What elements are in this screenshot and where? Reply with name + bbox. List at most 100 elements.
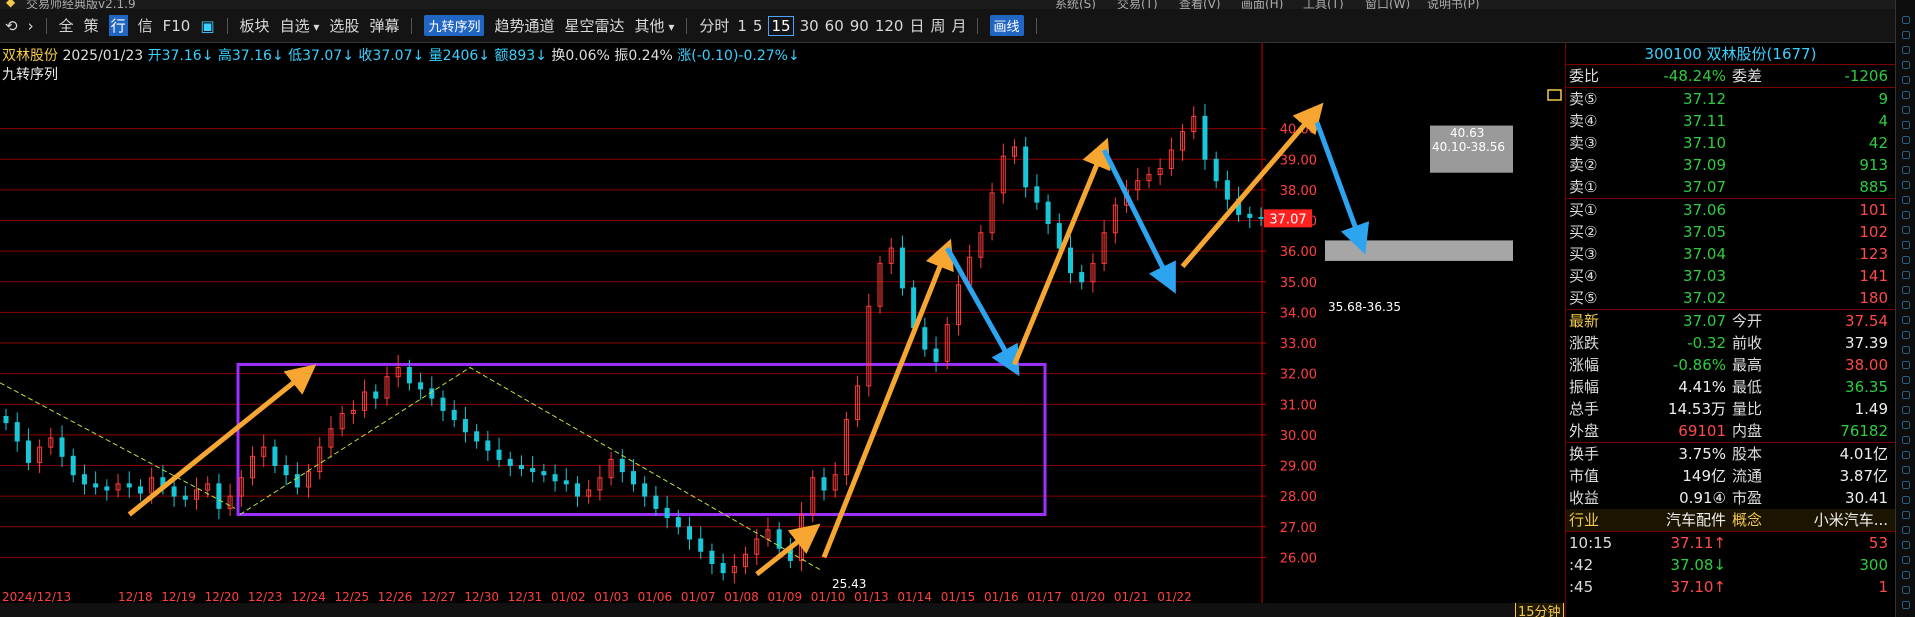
toolbar-menu-item[interactable]: 自选 ▾	[280, 15, 320, 36]
tool-icon[interactable]	[1902, 346, 1910, 354]
tool-icon[interactable]	[1902, 106, 1910, 114]
menu-item[interactable]: 窗口(W)	[1365, 0, 1410, 9]
kline-chart[interactable]: 40.0039.0038.0037.0036.0035.0034.0033.00…	[0, 43, 1565, 603]
toolbar-menu-item[interactable]: 板块	[240, 15, 270, 36]
tool-icon[interactable]	[1902, 181, 1910, 189]
candle-body	[3, 416, 9, 424]
stat-value: 30.41	[1845, 489, 1888, 507]
tool-icon[interactable]	[1902, 376, 1910, 384]
stat-label: 外盘	[1569, 422, 1600, 440]
industry-label: 行业	[1569, 511, 1600, 529]
period-button[interactable]: 120	[875, 17, 904, 35]
period-tab[interactable]: 15分钟	[1515, 603, 1564, 617]
tool-icon[interactable]	[1902, 526, 1910, 534]
stat-value: 1.49	[1854, 400, 1888, 418]
bid-row: 买⑤ 37.02 180	[1566, 287, 1895, 309]
tool-icon[interactable]	[1902, 571, 1910, 579]
nine-turn-tag-button[interactable]: 九转序列	[424, 15, 485, 36]
menu-item[interactable]: 工具(T)	[1303, 0, 1344, 9]
stock-header[interactable]: 300100 双林股份(1677)	[1566, 43, 1895, 65]
quick-button[interactable]: 行	[108, 15, 128, 36]
tool-icon[interactable]	[1902, 436, 1910, 444]
tool-icon[interactable]	[1902, 76, 1910, 84]
x-tick-label: 12/18	[118, 590, 153, 603]
menu-item[interactable]: 查看(V)	[1179, 0, 1221, 9]
candle-body	[1224, 180, 1230, 200]
tool-icon[interactable]	[1902, 301, 1910, 309]
layout-icon[interactable]: ▣	[200, 17, 214, 35]
tool-icon[interactable]	[1902, 541, 1910, 549]
tool-icon[interactable]	[1902, 91, 1910, 99]
concept-value[interactable]: 小米汽车...	[1806, 509, 1888, 531]
tool-icon[interactable]	[1902, 496, 1910, 504]
x-tick-label: 12/25	[335, 590, 370, 603]
candle-body	[1202, 115, 1208, 160]
tool-icon[interactable]	[1902, 31, 1910, 39]
draw-line-button[interactable]: 画线	[989, 15, 1024, 36]
quick-button[interactable]: 全	[59, 15, 74, 36]
tool-icon[interactable]	[1902, 241, 1910, 249]
period-button[interactable]: 90	[850, 17, 869, 35]
tool-icon[interactable]	[1902, 271, 1910, 279]
tool-icon[interactable]	[1902, 196, 1910, 204]
tool-icon[interactable]	[1902, 586, 1910, 594]
tool-icon[interactable]	[1902, 16, 1910, 24]
feature-button[interactable]: 趋势通道	[494, 15, 554, 36]
chart-settings-icon[interactable]	[1547, 89, 1562, 101]
menu-item[interactable]: 系统(S)	[1055, 0, 1096, 9]
quick-button[interactable]: 信	[138, 15, 153, 36]
tool-icon[interactable]	[1902, 511, 1910, 519]
menu-item[interactable]: 交易(T)	[1117, 0, 1158, 9]
tool-icon[interactable]	[1902, 61, 1910, 69]
menu-item[interactable]: 画面(H)	[1241, 0, 1283, 9]
period-button[interactable]: 15	[768, 16, 794, 36]
tool-icon[interactable]	[1902, 226, 1910, 234]
tool-icon[interactable]	[1902, 166, 1910, 174]
bid-label: 买④	[1569, 267, 1598, 285]
period-button[interactable]: 1	[737, 17, 747, 35]
tool-icon[interactable]	[1902, 391, 1910, 399]
tool-icon[interactable]	[1902, 286, 1910, 294]
period-button[interactable]: 分时	[699, 15, 729, 36]
tool-icon[interactable]	[1902, 601, 1910, 609]
period-button[interactable]: 月	[952, 15, 967, 36]
menu-item[interactable]: 说明书(P)	[1427, 0, 1480, 9]
ask-volume: 9	[1878, 90, 1888, 108]
other-dropdown[interactable]: 其他 ▾	[635, 15, 675, 36]
toolbar-menu-item[interactable]: 选股	[329, 15, 359, 36]
period-button[interactable]: 日	[909, 15, 924, 36]
tool-icon[interactable]	[1902, 151, 1910, 159]
ask-label: 卖④	[1569, 112, 1598, 130]
tool-icon[interactable]	[1902, 121, 1910, 129]
tool-icon[interactable]	[1902, 331, 1910, 339]
tool-icon[interactable]	[1902, 421, 1910, 429]
period-button[interactable]: 5	[753, 17, 763, 35]
candle-body	[59, 437, 65, 457]
period-button[interactable]: 周	[931, 15, 946, 36]
tool-icon[interactable]	[1902, 211, 1910, 219]
forward-icon[interactable]: ›	[28, 17, 34, 35]
candle-body	[70, 455, 76, 476]
period-button[interactable]: 30	[800, 17, 819, 35]
tool-icon[interactable]	[1902, 316, 1910, 324]
tool-icon[interactable]	[1902, 481, 1910, 489]
tool-icon[interactable]	[1902, 556, 1910, 564]
back-icon[interactable]: ⟲	[5, 17, 18, 35]
tool-icon[interactable]	[1902, 451, 1910, 459]
quick-button[interactable]: F10	[163, 17, 191, 35]
period-button[interactable]: 60	[825, 17, 844, 35]
toolbar-menu-item[interactable]: 弹幕	[369, 15, 399, 36]
candle-body	[126, 483, 132, 488]
tool-icon[interactable]	[1902, 46, 1910, 54]
toolbar-menu-label: 选股	[329, 17, 360, 35]
industry-value[interactable]: 汽车配件	[1646, 509, 1726, 531]
candle-body	[709, 550, 715, 564]
quote-info-line: 双林股份 2025/01/23 开37.16↓ 高37.16↓ 低37.07↓ …	[2, 45, 800, 65]
quick-button[interactable]: 策	[84, 15, 99, 36]
tool-icon[interactable]	[1902, 466, 1910, 474]
tool-icon[interactable]	[1902, 361, 1910, 369]
feature-button[interactable]: 星空雷达	[564, 15, 624, 36]
tool-icon[interactable]	[1902, 136, 1910, 144]
tool-icon[interactable]	[1902, 256, 1910, 264]
tool-icon[interactable]	[1902, 406, 1910, 414]
